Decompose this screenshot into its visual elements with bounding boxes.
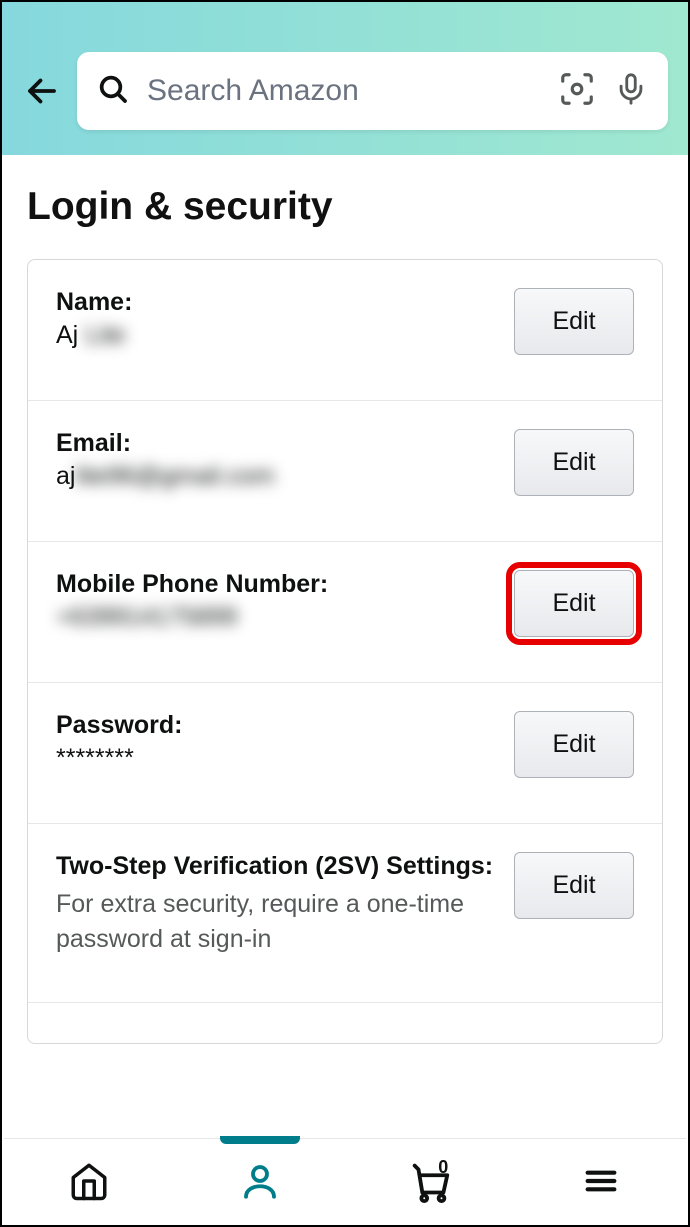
setting-row-partial [28,1003,662,1043]
edit-2sv-button[interactable]: Edit [514,852,634,919]
cart-count-badge: 0 [438,1157,448,1178]
name-value: Aj Lite [56,321,494,350]
phone-value: +639914175899 [56,603,494,632]
setting-row-name: Name: Aj Lite Edit [28,260,662,401]
active-tab-indicator [220,1136,300,1144]
header-bar [2,2,688,155]
edit-password-button[interactable]: Edit [514,711,634,778]
account-icon [239,1160,281,1202]
2sv-label: Two-Step Verification (2SV) Settings: [56,852,494,881]
email-value: ajlite96@gmail.com [56,462,494,491]
search-bar[interactable] [77,52,668,130]
edit-phone-button[interactable]: Edit [514,570,634,637]
setting-row-phone: Mobile Phone Number: +639914175899 Edit [28,542,662,683]
password-label: Password: [56,711,494,740]
back-arrow-icon [24,73,60,109]
phone-label: Mobile Phone Number: [56,570,494,599]
home-icon [68,1160,110,1202]
search-input[interactable] [147,74,540,108]
bottom-nav: 0 [4,1138,686,1223]
2sv-description: For extra security, require a one-time p… [56,887,494,957]
edit-name-button[interactable]: Edit [514,288,634,355]
back-button[interactable] [22,71,62,111]
hamburger-menu-icon [581,1161,621,1201]
search-icon [97,73,129,110]
setting-row-password: Password: ******** Edit [28,683,662,824]
nav-home[interactable] [59,1151,119,1211]
page-title: Login & security [27,185,663,229]
camera-scan-icon[interactable] [558,70,596,113]
setting-row-email: Email: ajlite96@gmail.com Edit [28,401,662,542]
nav-menu[interactable] [571,1151,631,1211]
main-content: Login & security Name: Aj Lite Edit Emai… [2,155,688,1044]
email-label: Email: [56,429,494,458]
microphone-icon[interactable] [614,72,648,111]
setting-row-2sv: Two-Step Verification (2SV) Settings: Fo… [28,824,662,1003]
settings-card: Name: Aj Lite Edit Email: ajlite96@gmail… [27,259,663,1044]
nav-account[interactable] [230,1151,290,1211]
name-label: Name: [56,288,494,317]
edit-email-button[interactable]: Edit [514,429,634,496]
nav-cart[interactable]: 0 [400,1151,460,1211]
password-value: ******** [56,744,494,773]
